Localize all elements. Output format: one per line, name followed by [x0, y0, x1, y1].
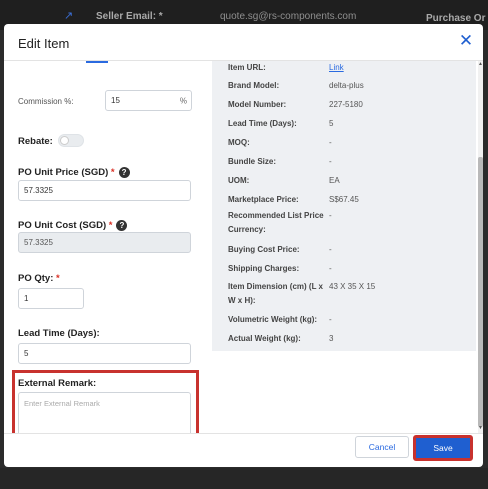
po-qty-input[interactable]: 1: [18, 288, 84, 309]
item-info-panel: Item URL: Link Brand Model: delta-plus Model…: [212, 61, 476, 351]
info-label: Volumetric Weight (kg):: [228, 315, 318, 324]
lead-time-value: 5: [24, 349, 29, 358]
modal-header: Edit Item ✕: [4, 24, 483, 60]
required-mark: *: [108, 220, 113, 232]
item-url-link[interactable]: Link: [329, 61, 409, 75]
po-unit-price-label: PO Unit Price (SGD) *?: [18, 167, 130, 178]
help-icon[interactable]: ?: [118, 167, 130, 178]
required-mark: *: [56, 273, 60, 284]
po-unit-cost-label: PO Unit Cost (SGD) *?: [18, 220, 128, 232]
info-label: Actual Weight (kg):: [228, 334, 301, 343]
info-value: S$67.45: [329, 195, 359, 204]
scroll-up-icon[interactable]: ▲: [478, 61, 483, 67]
cancel-button[interactable]: Cancel: [355, 436, 409, 458]
po-unit-cost-input: 57.3325: [18, 232, 191, 253]
rebate-label: Rebate:: [18, 136, 53, 147]
po-unit-price-label-text: PO Unit Price (SGD): [18, 167, 109, 179]
po-qty-value: 1: [24, 294, 29, 303]
po-unit-cost-label-text: PO Unit Cost (SGD): [18, 220, 107, 232]
info-label: Buying Cost Price:: [228, 245, 300, 254]
close-icon[interactable]: ✕: [457, 32, 475, 50]
scroll-thumb[interactable]: [478, 157, 483, 427]
info-value: -: [329, 315, 332, 324]
modal-body[interactable]: Commission %: 15 % Rebate: PO Unit Price…: [4, 61, 483, 433]
info-value: -: [329, 245, 332, 254]
info-value: 227-5180: [329, 100, 363, 109]
info-label: Brand Model:: [228, 81, 280, 90]
scroll-down-icon[interactable]: ▼: [478, 425, 483, 431]
info-label: Marketplace Price:: [228, 195, 299, 204]
info-value: EA: [329, 176, 340, 185]
help-icon[interactable]: ?: [116, 220, 128, 231]
info-label: Bundle Size:: [228, 157, 277, 166]
commission-input[interactable]: 15 %: [105, 90, 192, 111]
toggle-knob: [60, 136, 69, 145]
modal-backdrop: [0, 468, 488, 489]
po-unit-price-input[interactable]: 57.3325: [18, 180, 191, 201]
info-label: Recommended List Price Currency:: [228, 211, 324, 234]
info-value: -: [329, 211, 332, 220]
lead-time-input[interactable]: 5: [18, 343, 191, 364]
info-value: 5: [329, 119, 334, 128]
info-label: Shipping Charges:: [228, 264, 300, 273]
edit-item-modal: Edit Item ✕ Commission %: 15 % Rebate: P…: [4, 24, 483, 467]
info-label: Item URL:: [228, 63, 266, 72]
info-value: 3: [329, 334, 334, 343]
commission-label: Commission %:: [18, 97, 74, 106]
purchase-order-label: Purchase Or: [426, 13, 486, 24]
info-label: Item Dimension (cm) (L x W x H):: [228, 282, 323, 305]
seller-email-value: quote.sg@rs-components.com: [220, 11, 357, 22]
info-value: -: [329, 138, 332, 147]
info-label: UOM:: [228, 176, 250, 185]
info-value: -: [329, 264, 332, 273]
required-mark: *: [110, 167, 115, 179]
po-unit-cost-value: 57.3325: [24, 238, 53, 247]
tab-indicator: [86, 61, 108, 63]
external-remark-label: External Remark:: [18, 378, 97, 389]
save-button[interactable]: Save: [413, 435, 473, 461]
scrollbar[interactable]: ▲ ▼: [478, 61, 483, 433]
seller-email-label: Seller Email: *: [96, 11, 163, 22]
commission-value: 15: [111, 96, 120, 105]
info-label: MOQ:: [228, 138, 250, 147]
lead-time-label: Lead Time (Days):: [18, 328, 100, 339]
po-qty-label-text: PO Qty:: [18, 273, 54, 284]
info-value: -: [329, 157, 332, 166]
info-value: 43 X 35 X 15: [329, 282, 376, 291]
po-unit-price-value: 57.3325: [24, 186, 53, 195]
modal-title: Edit Item: [18, 36, 70, 51]
footer-divider: [4, 433, 483, 434]
commission-suffix: %: [179, 96, 187, 105]
po-qty-label: PO Qty: *: [18, 273, 60, 284]
info-label: Model Number:: [228, 100, 287, 109]
rebate-toggle[interactable]: [58, 134, 84, 147]
info-label: Lead Time (Days):: [228, 119, 297, 128]
external-link-icon: ↗: [64, 10, 74, 22]
external-remark-textarea[interactable]: Enter External Remark: [18, 392, 191, 433]
info-value: delta-plus: [329, 81, 364, 90]
